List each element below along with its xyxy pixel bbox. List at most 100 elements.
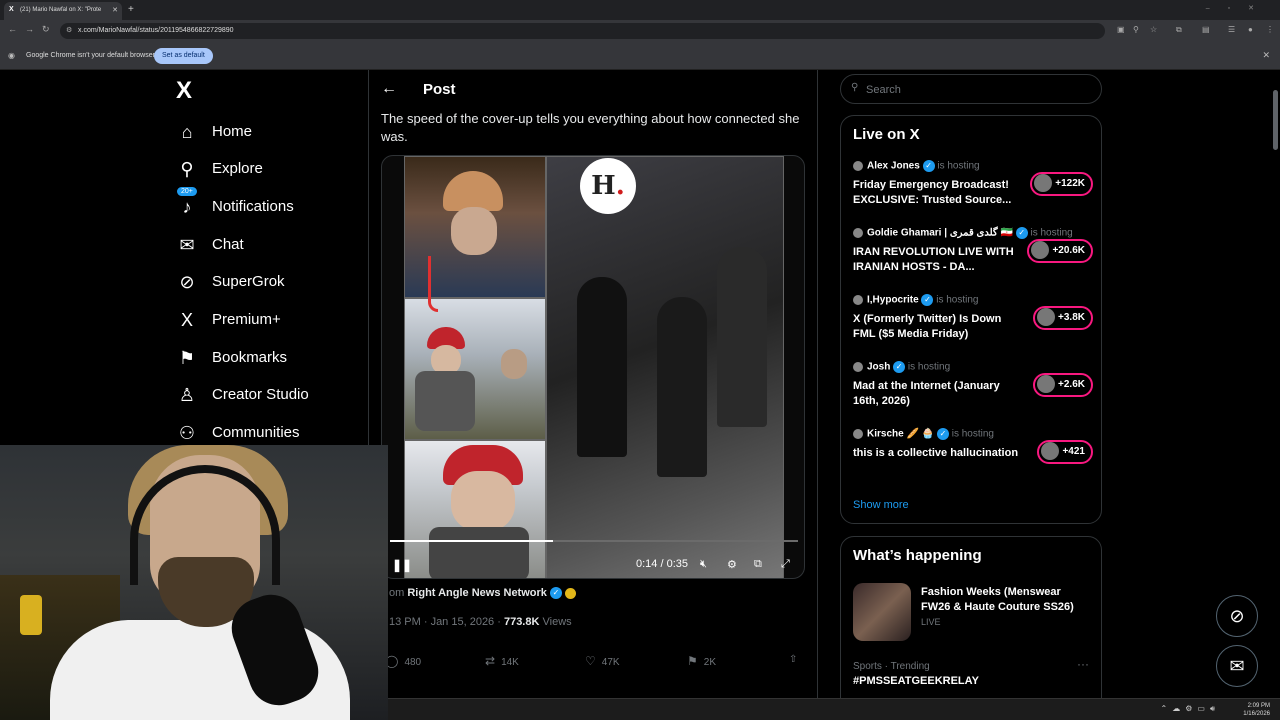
nav-item-communities[interactable]: ⚇ Communities: [176, 418, 366, 448]
default-browser-infobar: ◉ Google Chrome isn't your default brows…: [0, 42, 1280, 70]
video-progress-bar[interactable]: [390, 540, 798, 542]
video-progress-fill: [390, 540, 554, 542]
nav-item-supergrok[interactable]: ⊘ SuperGrok: [176, 267, 366, 297]
join-live-button[interactable]: +122K: [1030, 172, 1093, 196]
profile-icon[interactable]: ☰: [1228, 25, 1235, 34]
gold-badge-icon: [565, 587, 577, 599]
sidepanel-icon[interactable]: ▤: [1202, 25, 1210, 34]
browser-tab[interactable]: X (21) Mario Nawfal on X: "Prote ✕: [4, 2, 122, 20]
video-time: 0:14 / 0:35: [636, 558, 688, 570]
live-item[interactable]: Alex Jones ✓ is hosting Friday Emergency…: [853, 160, 1093, 220]
mail-icon: ✉: [179, 235, 195, 255]
back-nav-icon[interactable]: ←: [8, 24, 17, 34]
new-tab-icon[interactable]: +: [128, 4, 134, 15]
host-name: Alex Jones: [867, 160, 920, 172]
star-icon[interactable]: ☆: [1150, 25, 1157, 34]
verified-icon: ✓: [1015, 227, 1028, 239]
live-item[interactable]: I,Hypocrite ✓ is hosting X (Formerly Twi…: [853, 294, 1093, 354]
clock-time: 2:09 PM: [1247, 703, 1270, 709]
more-options-icon[interactable]: ···: [1077, 657, 1089, 671]
account-icon[interactable]: ●: [1248, 25, 1253, 34]
reload-icon[interactable]: ↻: [42, 24, 50, 35]
forward-nav-icon[interactable]: →: [25, 24, 34, 34]
views-count: 773.8K: [503, 616, 540, 628]
live-item[interactable]: Goldie Ghamari | گلدی قمری 🇮🇷 ✓ is hosti…: [853, 227, 1093, 287]
nav-item-chat[interactable]: ✉ Chat: [176, 230, 366, 260]
verified-icon: ✓: [549, 587, 562, 600]
nav-item-bookmarks[interactable]: ⚑ Bookmarks: [176, 343, 366, 373]
page-scrollbar[interactable]: [1270, 70, 1280, 700]
join-live-button[interactable]: +421: [1037, 440, 1093, 464]
install-icon[interactable]: ▣: [1117, 25, 1125, 34]
infobar-close-icon[interactable]: ✕: [1262, 50, 1270, 61]
join-live-button[interactable]: +2.6K: [1033, 373, 1093, 397]
x-favicon-icon: X: [9, 6, 14, 13]
like-button[interactable]: ♡ 47K: [585, 654, 620, 668]
video-panel-middle: [404, 298, 546, 440]
menu-icon[interactable]: ⋮: [1266, 25, 1274, 34]
messages-fab-icon[interactable]: ✉: [1216, 645, 1258, 687]
join-live-button[interactable]: +20.6K: [1027, 239, 1093, 263]
avatar: [1031, 241, 1050, 260]
notifications-badge: 20+: [176, 186, 198, 197]
publisher-logo-icon: H.: [580, 158, 636, 214]
system-tray-icons[interactable]: ⌃☁⚙▭🔊︎: [1161, 704, 1220, 714]
search-icon: ⚲: [180, 159, 194, 179]
verified-icon: ✓: [922, 160, 935, 172]
webcam-overlay: [0, 445, 388, 720]
site-info-icon[interactable]: ⚙: [66, 26, 72, 34]
live-item[interactable]: Kirsche 🥖 🧁 ✓ is hosting this is a colle…: [853, 428, 1093, 488]
repost-button[interactable]: ⇄ 14K: [485, 654, 519, 668]
settings-icon[interactable]: ⚙: [727, 558, 737, 571]
trend-title[interactable]: Fashion Weeks (Menswear FW26 & Haute Cou…: [921, 585, 1093, 615]
mute-icon[interactable]: 🔇︎: [700, 558, 707, 571]
avatar: [1041, 442, 1060, 461]
avatar: [853, 228, 863, 238]
nav-item-explore[interactable]: ⚲ Explore: [176, 154, 366, 184]
reply-button[interactable]: ◯ 480: [385, 654, 421, 668]
nav-item-notifications[interactable]: ♪ 20+ Notifications: [176, 186, 366, 222]
scrollbar-thumb[interactable]: [1273, 90, 1278, 150]
set-default-button[interactable]: Set as default: [154, 48, 213, 64]
host-name: Kirsche 🥖 🧁: [867, 428, 935, 440]
bookmark-button[interactable]: ⚑ 2K: [687, 654, 716, 668]
fullscreen-icon[interactable]: ⤢: [781, 558, 790, 571]
nav-label: Explore: [212, 160, 263, 177]
url-field[interactable]: ⚙ x.com/MarioNawfal/status/2011954866822…: [60, 23, 1105, 39]
pip-icon[interactable]: ⧉: [754, 558, 762, 571]
zoom-icon[interactable]: ⚲: [1133, 25, 1139, 34]
trend-image[interactable]: [853, 583, 911, 641]
live-panel-title: Live on X: [853, 126, 920, 143]
nav-item-creator-studio[interactable]: ♙ Creator Studio: [176, 380, 366, 410]
video-player[interactable]: H. ❚❚ 0:14 / 0:35 🔇︎ ⚙ ⧉ ⤢: [381, 155, 805, 579]
extensions-icon[interactable]: ⧉: [1176, 25, 1182, 35]
taskbar-clock[interactable]: 2:09 PM 1/16/2026: [1243, 702, 1270, 718]
host-status: is hosting: [951, 428, 994, 440]
listener-count: +3.8K: [1058, 312, 1085, 323]
share-icon[interactable]: ⇧: [789, 654, 797, 665]
bookmark-count: 2K: [703, 657, 716, 668]
whats-happening-panel: What’s happening Fashion Weeks (Menswear…: [840, 536, 1102, 716]
avatar: [1034, 174, 1053, 193]
post-timestamp[interactable]: 13 PM · Jan 15, 2026 ·: [389, 616, 504, 628]
avatar: [1037, 375, 1056, 394]
search-input[interactable]: ⚲ Search: [840, 74, 1102, 104]
show-more-link[interactable]: Show more: [853, 499, 909, 511]
x-logo-icon[interactable]: X: [176, 79, 200, 104]
video-frame[interactable]: H.: [404, 156, 784, 578]
live-item[interactable]: Josh ✓ is hosting Mad at the Internet (J…: [853, 361, 1093, 421]
window-controls[interactable]: –▫✕: [1206, 4, 1272, 12]
nav-label: Home: [212, 123, 253, 140]
join-live-button[interactable]: +3.8K: [1033, 306, 1093, 330]
tab-close-icon[interactable]: ✕: [112, 6, 118, 14]
nav-item-home[interactable]: ⌂ Home: [176, 117, 366, 147]
source-name-link[interactable]: Right Angle News Network: [407, 587, 547, 599]
chrome-icon: ◉: [8, 51, 15, 60]
nav-label: Bookmarks: [212, 349, 288, 366]
grok-fab-icon[interactable]: ⊘: [1216, 595, 1258, 637]
nav-item-premium[interactable]: X Premium+: [176, 305, 366, 335]
trend-hashtag[interactable]: #PMSSEATGEEKRELAY: [853, 675, 979, 687]
verified-icon: ✓: [893, 361, 906, 373]
pause-icon[interactable]: ❚❚: [392, 558, 412, 572]
back-arrow-icon[interactable]: ←: [381, 80, 397, 98]
